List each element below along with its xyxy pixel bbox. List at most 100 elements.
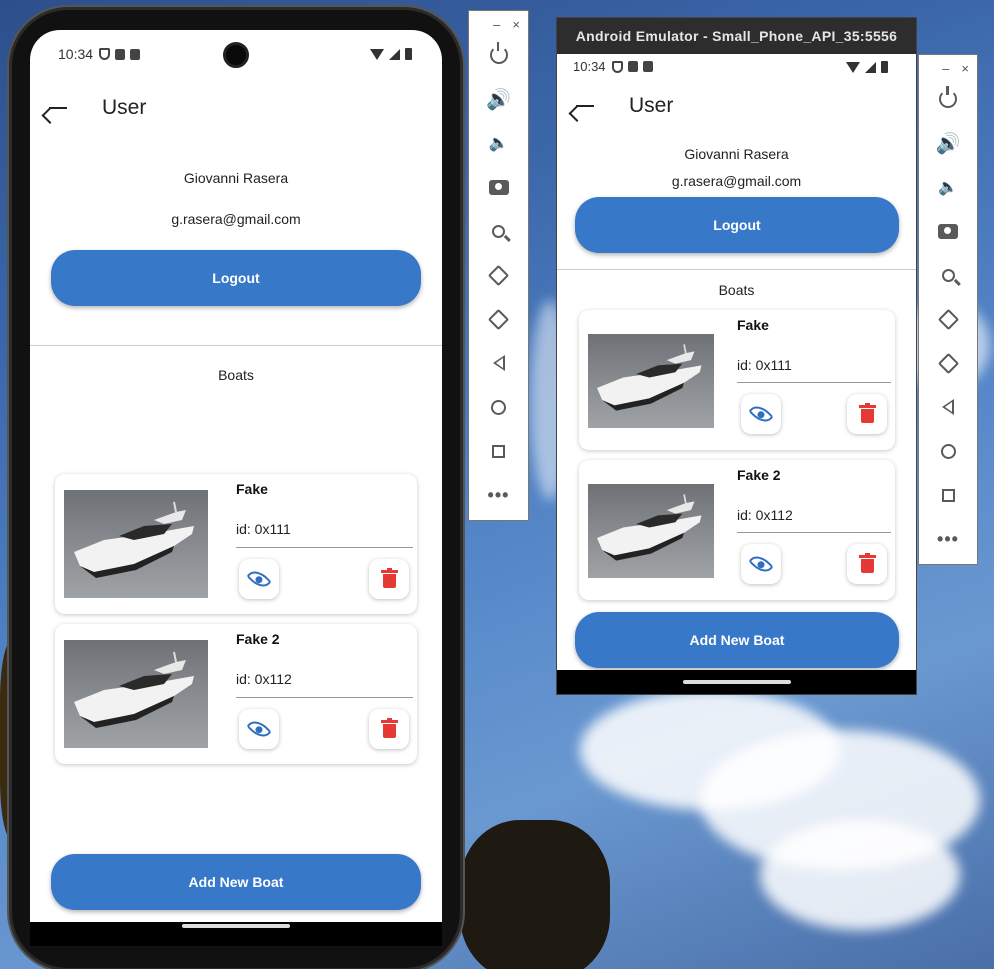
rotate-left-button[interactable] <box>469 253 528 297</box>
volume-up-button[interactable]: 🔊 <box>469 77 528 121</box>
boat-name: Fake 2 <box>236 631 280 647</box>
wifi-icon <box>370 48 384 60</box>
shield-icon <box>99 48 111 60</box>
camera-cutout <box>223 42 249 68</box>
overview-icon <box>492 444 505 458</box>
volume-down-button[interactable]: 🔈 <box>919 165 977 209</box>
boat-divider <box>737 532 891 533</box>
view-boat-button[interactable] <box>741 394 781 434</box>
boat-id: id: 0x112 <box>236 671 292 687</box>
power-button[interactable] <box>469 33 528 77</box>
back-icon <box>942 399 954 415</box>
volume-up-button[interactable]: 🔊 <box>919 121 977 165</box>
close-button[interactable]: × <box>512 17 520 33</box>
navigation-bar <box>30 922 442 946</box>
shield-icon <box>611 60 623 73</box>
status-time: 10:34 <box>58 46 94 62</box>
user-email: g.rasera@gmail.com <box>171 211 301 227</box>
divider <box>557 269 916 270</box>
phone-screen: 10:34 User Giovanni Rasera g.rasera@gmai… <box>30 30 442 922</box>
boat-card[interactable]: Fake 2 id: 0x112 <box>579 460 895 600</box>
boat-card[interactable]: Fake id: 0x111 <box>579 310 895 450</box>
zoom-icon <box>941 268 955 282</box>
user-name: Giovanni Rasera <box>684 146 789 162</box>
page-title: User <box>629 94 674 117</box>
view-boat-button[interactable] <box>741 544 781 584</box>
delete-boat-button[interactable] <box>847 394 887 434</box>
eye-icon <box>246 716 272 742</box>
app-bar: User <box>557 94 916 118</box>
rotate-left-button[interactable] <box>919 297 977 341</box>
boat-image <box>64 640 208 748</box>
home-nav-button[interactable] <box>469 385 528 429</box>
back-icon <box>492 355 505 371</box>
add-boat-button[interactable]: Add New Boat <box>575 612 899 668</box>
volume-down-icon: 🔈 <box>488 135 509 152</box>
signal-icon <box>389 48 400 60</box>
trash-icon <box>380 568 398 588</box>
back-button[interactable] <box>49 96 73 120</box>
rotate-right-button[interactable] <box>919 341 977 385</box>
overview-icon <box>941 488 955 502</box>
trash-icon <box>858 403 876 423</box>
user-email: g.rasera@gmail.com <box>671 173 802 189</box>
delete-boat-button[interactable] <box>369 709 409 749</box>
emulator-side-toolbar: – × 🔊 🔈 ••• <box>468 10 529 521</box>
wifi-icon <box>846 61 860 73</box>
view-boat-button[interactable] <box>239 559 279 599</box>
boat-name: Fake 2 <box>737 467 781 483</box>
home-nav-button[interactable] <box>919 429 977 473</box>
boat-name: Fake <box>737 317 769 333</box>
screenshot-button[interactable] <box>919 209 977 253</box>
emulator-screen: 10:34 User Giovanni Rasera g.rasera@gmai… <box>557 54 916 670</box>
boat-divider <box>737 382 891 383</box>
sim-icon <box>627 61 638 72</box>
boats-header: Boats <box>218 367 254 383</box>
more-button[interactable]: ••• <box>919 517 977 561</box>
overview-nav-button[interactable] <box>919 473 977 517</box>
screenshot-button[interactable] <box>469 165 528 209</box>
trash-icon <box>858 553 876 573</box>
boat-card[interactable]: Fake 2 id: 0x112 <box>55 624 417 764</box>
close-button[interactable]: × <box>961 61 969 77</box>
boat-image <box>588 334 714 428</box>
back-arrow-icon <box>576 105 594 107</box>
user-name: Giovanni Rasera <box>183 170 289 186</box>
rotate-right-icon <box>487 308 510 330</box>
home-gesture-bar[interactable] <box>683 680 791 684</box>
logout-button[interactable]: Logout <box>51 250 421 306</box>
zoom-button[interactable] <box>469 209 528 253</box>
add-boat-button[interactable]: Add New Boat <box>51 854 421 910</box>
volume-up-icon: 🔊 <box>486 88 511 111</box>
logout-button[interactable]: Logout <box>575 197 899 253</box>
battery-icon <box>881 61 888 73</box>
minimize-button[interactable]: – <box>493 17 500 33</box>
power-button[interactable] <box>919 77 977 121</box>
home-icon <box>491 399 506 415</box>
emulator-title-bar[interactable]: Android Emulator - Small_Phone_API_35:55… <box>557 18 916 54</box>
overview-nav-button[interactable] <box>469 429 528 473</box>
more-button[interactable]: ••• <box>469 473 528 517</box>
minimize-button[interactable]: – <box>942 61 949 77</box>
back-nav-button[interactable] <box>919 385 977 429</box>
home-gesture-bar[interactable] <box>182 924 290 928</box>
eye-icon <box>246 566 272 592</box>
boat-divider <box>236 547 413 548</box>
zoom-button[interactable] <box>919 253 977 297</box>
trash-icon <box>380 718 398 738</box>
view-boat-button[interactable] <box>239 709 279 749</box>
eye-icon <box>748 551 774 577</box>
boat-image <box>588 484 714 578</box>
delete-boat-button[interactable] <box>369 559 409 599</box>
back-nav-button[interactable] <box>469 341 528 385</box>
rotate-right-button[interactable] <box>469 297 528 341</box>
boat-card[interactable]: Fake id: 0x111 <box>55 474 417 614</box>
back-button[interactable] <box>576 94 600 118</box>
volume-down-button[interactable]: 🔈 <box>469 121 528 165</box>
emulator-window: Android Emulator - Small_Phone_API_35:55… <box>556 17 917 695</box>
volume-up-icon: 🔊 <box>935 132 961 155</box>
power-icon <box>489 42 508 64</box>
boat-id: id: 0x111 <box>737 357 792 373</box>
delete-boat-button[interactable] <box>847 544 887 584</box>
status-time: 10:34 <box>573 59 606 74</box>
